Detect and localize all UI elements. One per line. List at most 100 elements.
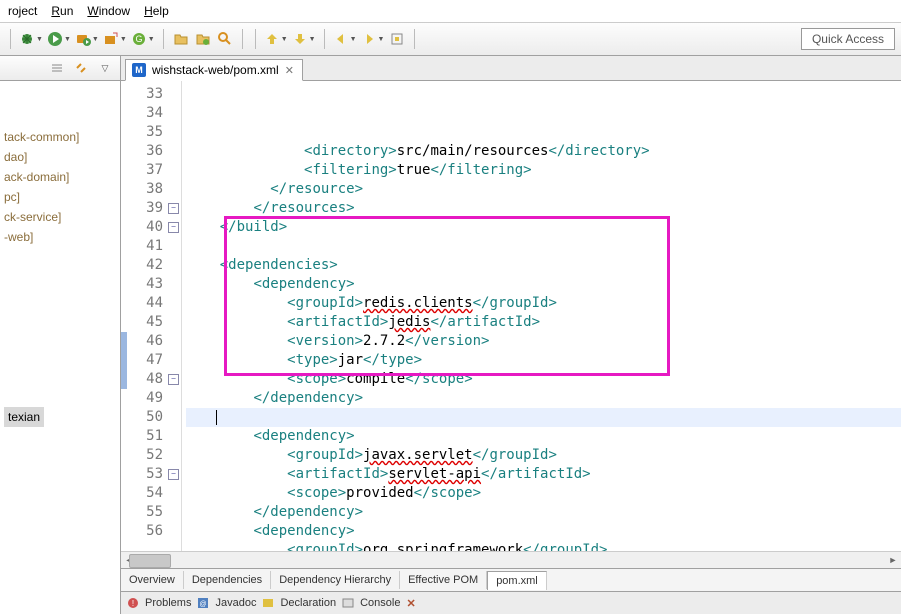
- code-line[interactable]: <dependency>: [186, 275, 901, 294]
- svg-text:G: G: [135, 34, 142, 44]
- problems-icon: !: [127, 597, 139, 609]
- code-line[interactable]: <groupId>javax.servlet</groupId>: [186, 446, 901, 465]
- next-annotation-button[interactable]: ▼: [292, 31, 316, 47]
- open-folder-button[interactable]: [172, 30, 190, 48]
- line-number: 37: [121, 161, 181, 180]
- collapse-all-icon[interactable]: [48, 59, 66, 77]
- code-line[interactable]: [186, 237, 901, 256]
- code-line[interactable]: <groupId>redis.clients</groupId>: [186, 294, 901, 313]
- line-number: 56: [121, 522, 181, 541]
- menu-window[interactable]: Window: [87, 4, 130, 18]
- link-editor-icon[interactable]: [72, 59, 90, 77]
- line-number: 33: [121, 85, 181, 104]
- view-declaration[interactable]: Declaration: [280, 597, 336, 609]
- close-icon[interactable]: ✕: [285, 64, 294, 77]
- view-console[interactable]: Console: [360, 597, 400, 609]
- pom-tab-pom.xml[interactable]: pom.xml: [487, 571, 547, 590]
- new-class-button[interactable]: G▼: [131, 31, 155, 47]
- code-editor[interactable]: 33343536373839−40−4142434445464748−49505…: [121, 81, 901, 551]
- code-line[interactable]: [186, 408, 901, 427]
- line-number: 36: [121, 142, 181, 161]
- search-button[interactable]: [216, 30, 234, 48]
- editor-tab[interactable]: M wishstack-web/pom.xml ✕: [125, 59, 303, 81]
- code-line[interactable]: <filtering>true</filtering>: [186, 161, 901, 180]
- line-number: 42: [121, 256, 181, 275]
- line-number: 52: [121, 446, 181, 465]
- scroll-right-icon[interactable]: ►: [885, 552, 901, 568]
- code-line[interactable]: <type>jar</type>: [186, 351, 901, 370]
- menu-project[interactable]: roject: [8, 4, 37, 18]
- code-line[interactable]: </build>: [186, 218, 901, 237]
- line-number: 34: [121, 104, 181, 123]
- tree-item-selected[interactable]: texian: [4, 407, 116, 427]
- fold-icon[interactable]: −: [168, 469, 179, 480]
- tree-item[interactable]: tack-common]: [4, 127, 116, 147]
- tree-item[interactable]: ck-service]: [4, 207, 116, 227]
- editor-tabbar: M wishstack-web/pom.xml ✕: [121, 56, 901, 81]
- pom-tab-dependencies[interactable]: Dependencies: [184, 571, 271, 589]
- explorer-toolbar: ▽: [0, 56, 120, 81]
- tree-item[interactable]: ack-domain]: [4, 167, 116, 187]
- run-button[interactable]: ▼: [47, 31, 71, 47]
- pom-tab-overview[interactable]: Overview: [121, 571, 184, 589]
- tree-item[interactable]: pc]: [4, 187, 116, 207]
- debug-button[interactable]: ▼: [19, 31, 43, 47]
- view-menu-icon[interactable]: ▽: [96, 59, 114, 77]
- code-line[interactable]: <scope>provided</scope>: [186, 484, 901, 503]
- code-area[interactable]: <directory>src/main/resources</directory…: [182, 81, 901, 551]
- line-number: 51: [121, 427, 181, 446]
- code-line[interactable]: <artifactId>jedis</artifactId>: [186, 313, 901, 332]
- new-package-button[interactable]: ▼: [103, 31, 127, 47]
- view-javadoc[interactable]: Javadoc: [215, 597, 256, 609]
- code-line[interactable]: </dependency>: [186, 389, 901, 408]
- views-bar: ! Problems @ Javadoc Declaration Console…: [121, 591, 901, 614]
- line-number: 41: [121, 237, 181, 256]
- menu-run[interactable]: Run: [51, 4, 73, 18]
- code-line[interactable]: <dependency>: [186, 522, 901, 541]
- line-number: 39−: [121, 199, 181, 218]
- svg-text:@: @: [200, 601, 207, 608]
- back-button[interactable]: ▼: [333, 31, 357, 47]
- line-number: 44: [121, 294, 181, 313]
- svg-text:!: !: [132, 599, 134, 608]
- prev-annotation-button[interactable]: ▼: [264, 31, 288, 47]
- line-number: 43: [121, 275, 181, 294]
- line-number: 49: [121, 389, 181, 408]
- line-gutter: 33343536373839−40−4142434445464748−49505…: [121, 81, 182, 551]
- line-number: 45: [121, 313, 181, 332]
- horizontal-scrollbar[interactable]: ◄ ►: [121, 551, 901, 568]
- pom-editor-tabs: OverviewDependenciesDependency Hierarchy…: [121, 568, 901, 591]
- editor-tab-label: wishstack-web/pom.xml: [152, 63, 279, 77]
- code-line[interactable]: <dependencies>: [186, 256, 901, 275]
- fold-icon[interactable]: −: [168, 203, 179, 214]
- pom-tab-effective-pom[interactable]: Effective POM: [400, 571, 487, 589]
- view-problems[interactable]: Problems: [145, 597, 191, 609]
- code-line[interactable]: </resources>: [186, 199, 901, 218]
- close-view-icon[interactable]: ✕: [406, 597, 415, 610]
- run-last-button[interactable]: ▼: [75, 31, 99, 47]
- code-line[interactable]: </resource>: [186, 180, 901, 199]
- menu-help[interactable]: Help: [144, 4, 169, 18]
- line-number: 40−: [121, 218, 181, 237]
- code-line[interactable]: <dependency>: [186, 427, 901, 446]
- project-tree[interactable]: tack-common] dao] ack-domain] pc] ck-ser…: [0, 81, 120, 433]
- pom-tab-dependency-hierarchy[interactable]: Dependency Hierarchy: [271, 571, 400, 589]
- tree-item[interactable]: -web]: [4, 227, 116, 247]
- code-line[interactable]: </dependency>: [186, 503, 901, 522]
- code-line[interactable]: <groupId>org.springframework</groupId>: [186, 541, 901, 551]
- declaration-icon: [262, 597, 274, 609]
- open-type-button[interactable]: [194, 30, 212, 48]
- quick-access[interactable]: Quick Access: [801, 28, 895, 50]
- code-line[interactable]: <directory>src/main/resources</directory…: [186, 142, 901, 161]
- scroll-thumb[interactable]: [129, 554, 171, 568]
- forward-button[interactable]: ▼: [361, 31, 385, 47]
- pin-button[interactable]: [388, 30, 406, 48]
- code-line[interactable]: <scope>compile</scope>: [186, 370, 901, 389]
- fold-icon[interactable]: −: [168, 374, 179, 385]
- line-number: 46: [121, 332, 181, 351]
- tree-item[interactable]: dao]: [4, 147, 116, 167]
- main-toolbar: ▼ ▼ ▼ ▼ G▼ ▼ ▼ ▼ ▼ Quick Access: [0, 23, 901, 56]
- code-line[interactable]: <artifactId>servlet-api</artifactId>: [186, 465, 901, 484]
- code-line[interactable]: <version>2.7.2</version>: [186, 332, 901, 351]
- fold-icon[interactable]: −: [168, 222, 179, 233]
